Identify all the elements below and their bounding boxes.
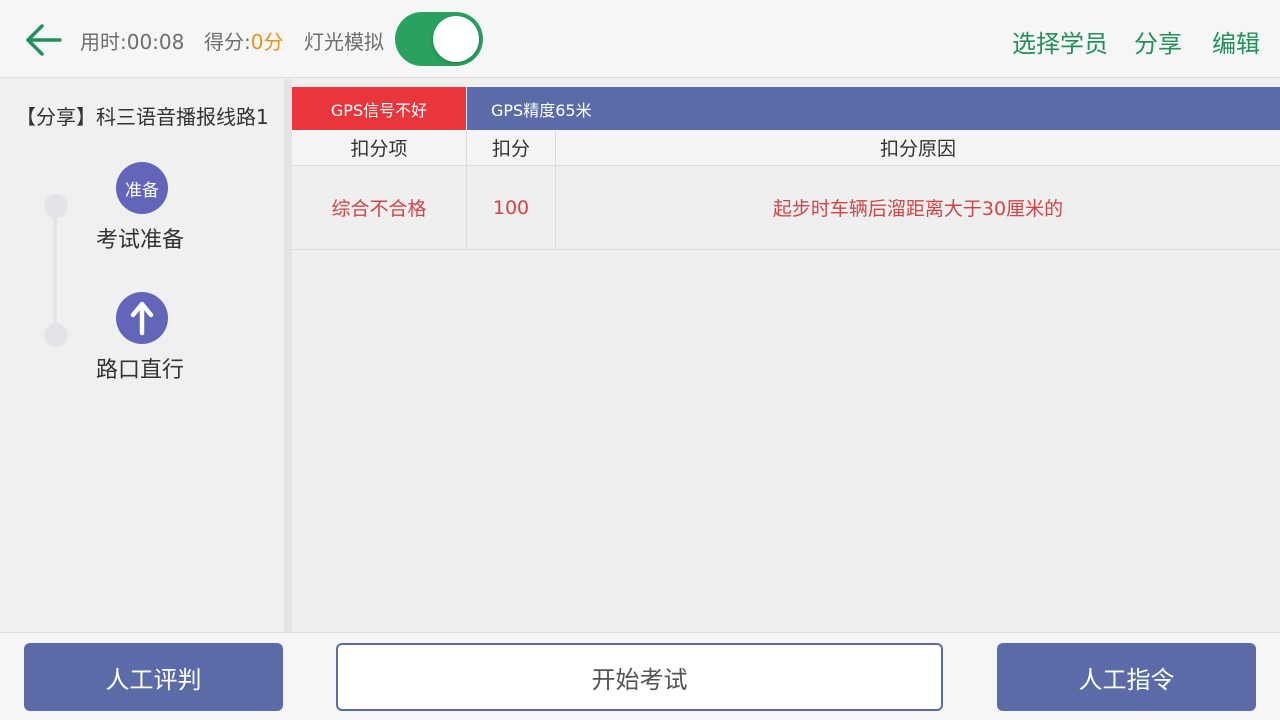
step-prepare-label[interactable]: 考试准备 <box>96 222 184 254</box>
share-link[interactable]: 分享 <box>1134 24 1182 59</box>
light-simulation-toggle[interactable] <box>395 12 483 66</box>
cell-deduction-points: 100 <box>467 166 556 249</box>
route-sidebar: 【分享】科三语音播报线路1 准备 考试准备 路口直行 <box>0 79 284 632</box>
header-deduction-reason: 扣分原因 <box>879 138 956 160</box>
timeline-dot <box>44 194 68 218</box>
deduction-table: 扣分项 扣分 扣分原因 综合不合格 100 起步时车辆后溜距离大于30厘米的 <box>292 130 1280 250</box>
step-straight-label[interactable]: 路口直行 <box>96 352 184 384</box>
edit-link[interactable]: 编辑 <box>1212 24 1260 59</box>
route-title: 【分享】科三语音播报线路1 <box>16 105 269 129</box>
select-student-link[interactable]: 选择学员 <box>1012 24 1108 59</box>
manual-command-button[interactable]: 人工指令 <box>997 643 1256 711</box>
gps-accuracy-status: GPS精度65米 <box>467 87 1280 130</box>
table-row[interactable]: 综合不合格 100 起步时车辆后溜距离大于30厘米的 <box>292 166 1280 250</box>
score-label: 得分: <box>204 30 251 54</box>
cell-deduction-item: 综合不合格 <box>292 166 467 249</box>
score-value: 0分 <box>250 30 284 54</box>
manual-judge-button[interactable]: 人工评判 <box>24 643 283 711</box>
header-deduction-points: 扣分 <box>467 130 556 165</box>
start-exam-button[interactable]: 开始考试 <box>336 643 943 711</box>
top-header: 用时:00:08 得分:0分 灯光模拟 选择学员 分享 编辑 <box>0 0 1280 78</box>
score-display: 得分:0分 <box>204 26 283 55</box>
arrow-left-icon[interactable] <box>22 20 66 60</box>
bottom-action-bar: 人工评判 开始考试 人工指令 <box>0 632 1280 720</box>
arrow-up-icon <box>130 301 154 336</box>
step-straight-badge[interactable] <box>116 292 168 344</box>
timeline-line <box>53 200 57 330</box>
table-header-row: 扣分项 扣分 扣分原因 <box>292 130 1280 166</box>
panel-divider <box>284 79 292 632</box>
light-simulation-label: 灯光模拟 <box>304 30 384 54</box>
step-prepare-badge[interactable]: 准备 <box>116 162 168 214</box>
gps-signal-status: GPS信号不好 <box>292 87 466 130</box>
cell-deduction-reason: 起步时车辆后溜距离大于30厘米的 <box>772 198 1064 220</box>
timeline-dot <box>44 323 68 347</box>
elapsed-time: 用时:00:08 <box>80 30 185 54</box>
toggle-knob <box>433 16 479 62</box>
header-deduction-item: 扣分项 <box>292 130 467 165</box>
